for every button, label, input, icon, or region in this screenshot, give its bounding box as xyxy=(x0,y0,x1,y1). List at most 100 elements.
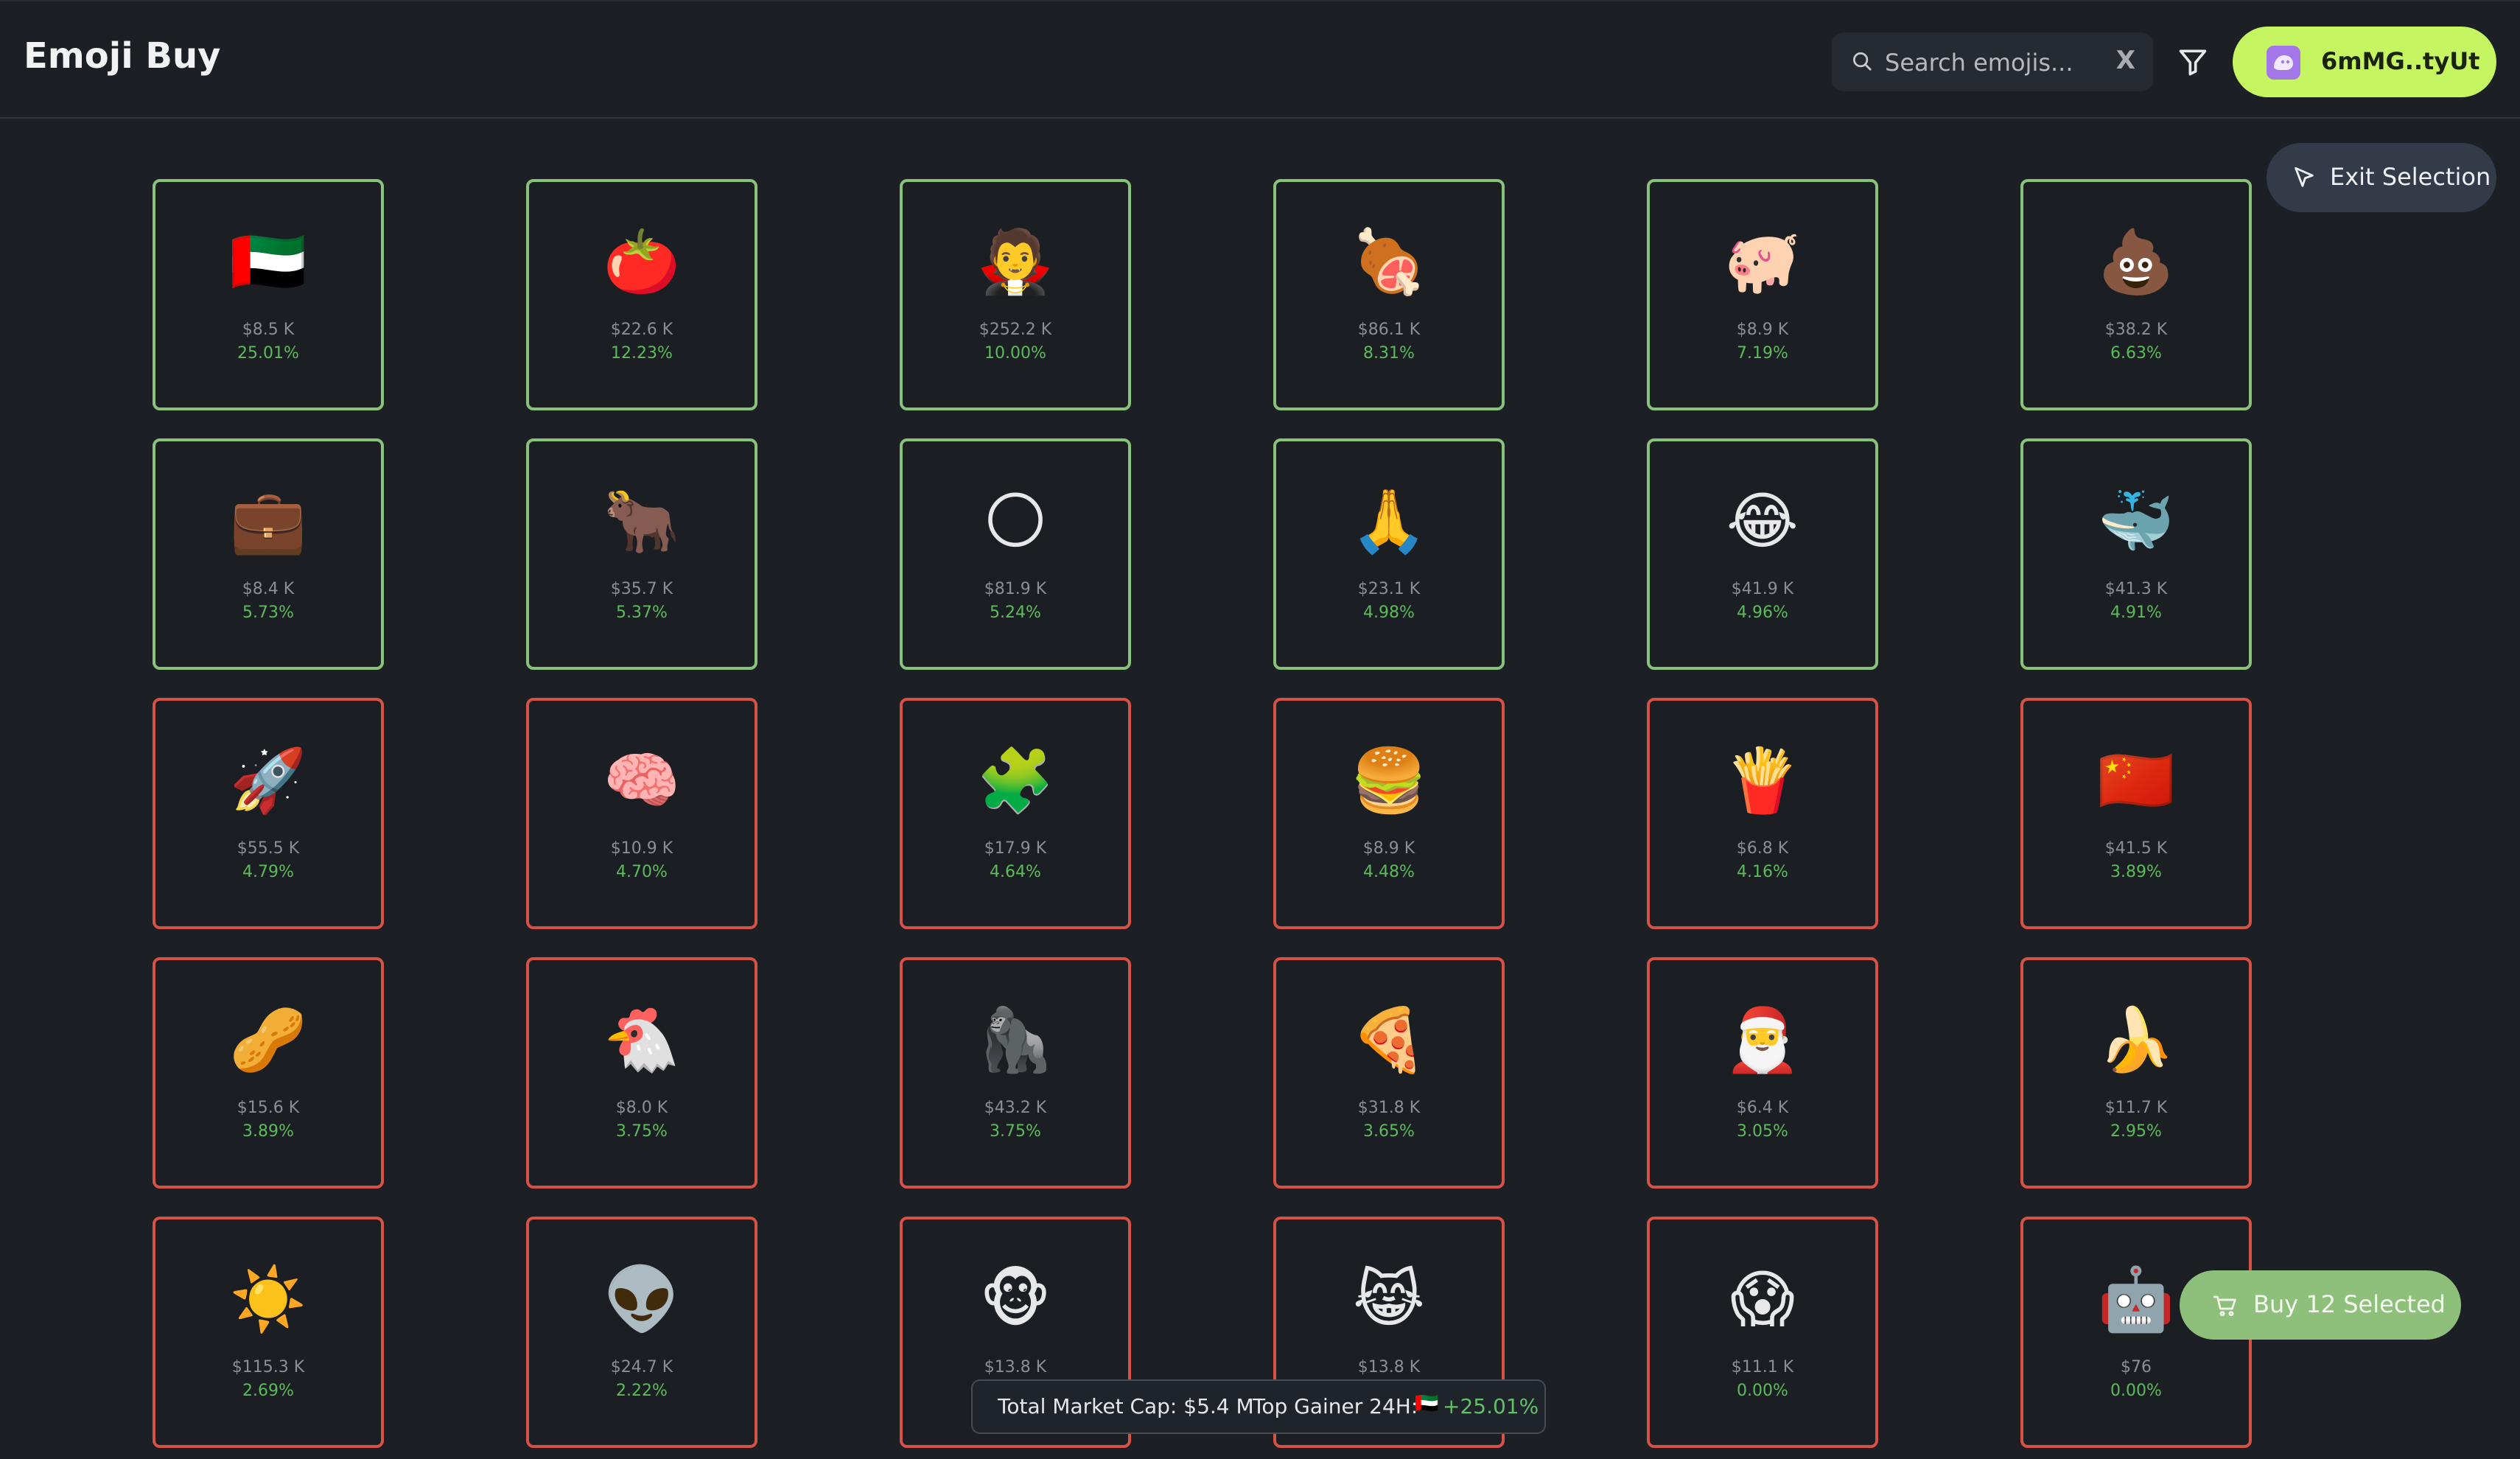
tile-change: 4.79% xyxy=(242,863,294,881)
tile-market-cap: $31.8 K xyxy=(1357,1099,1421,1117)
tile-emoji: 🍕 xyxy=(1350,1004,1428,1076)
emoji-tile[interactable]: 🇨🇳 $41.5 K 3.89% xyxy=(2020,698,2252,929)
tile-emoji: 🥜 xyxy=(229,1004,307,1076)
tile-market-cap: $11.1 K xyxy=(1731,1358,1794,1376)
tile-change: 3.75% xyxy=(616,1122,668,1141)
tile-emoji: 🍅 xyxy=(603,225,681,298)
tile-emoji: 💼 xyxy=(229,485,307,557)
tile-market-cap: $35.7 K xyxy=(610,580,673,598)
tile-emoji: 🐳 xyxy=(2097,485,2175,557)
wallet-address: 6mMG..tyUt xyxy=(2321,47,2480,75)
tile-change: 25.01% xyxy=(237,344,299,363)
tile-change: 5.24% xyxy=(990,603,1041,622)
top-gainer-emoji: 🇦🇪 xyxy=(1415,1393,1439,1415)
emoji-tile[interactable]: 🐔 $8.0 K 3.75% xyxy=(526,957,757,1189)
tile-market-cap: $23.1 K xyxy=(1357,580,1421,598)
tile-change: 4.91% xyxy=(2110,603,2162,622)
emoji-tile[interactable]: 💼 $8.4 K 5.73% xyxy=(153,438,384,670)
top-bar: Emoji Buy X 6mMG..tyUt xyxy=(0,0,2520,119)
tile-emoji: 🐖 xyxy=(1723,225,1802,298)
emoji-tile[interactable]: 🐳 $41.3 K 4.91% xyxy=(2020,438,2252,670)
tile-emoji: 🐂 xyxy=(603,485,681,557)
tile-market-cap: $8.4 K xyxy=(242,580,295,598)
emoji-tile[interactable]: 🐖 $8.9 K 7.19% xyxy=(1647,179,1878,410)
emoji-tile[interactable]: 🎅 $6.4 K 3.05% xyxy=(1647,957,1878,1189)
search-box[interactable]: X xyxy=(1832,32,2153,91)
tile-change: 4.64% xyxy=(990,863,1041,881)
emoji-tile[interactable]: 🇦🇪 $8.5 K 25.01% xyxy=(153,179,384,410)
emoji-tile[interactable]: 🍅 $22.6 K 12.23% xyxy=(526,179,757,410)
tile-emoji: 🐔 xyxy=(603,1004,681,1076)
emoji-tile[interactable]: 🚀 $55.5 K 4.79% xyxy=(153,698,384,929)
tile-market-cap: $86.1 K xyxy=(1357,321,1421,339)
tile-market-cap: $252.2 K xyxy=(979,321,1052,339)
emoji-tile[interactable]: 😱 $11.1 K 0.00% xyxy=(1647,1217,1878,1448)
emoji-tile[interactable]: 💩 $38.2 K 6.63% xyxy=(2020,179,2252,410)
tile-market-cap: $41.3 K xyxy=(2104,580,2168,598)
emoji-tile[interactable]: 🍕 $31.8 K 3.65% xyxy=(1273,957,1505,1189)
tile-change: 3.65% xyxy=(1363,1122,1415,1141)
emoji-tile[interactable]: 🥜 $15.6 K 3.89% xyxy=(153,957,384,1189)
tile-market-cap: $81.9 K xyxy=(984,580,1047,598)
emoji-tile[interactable]: 🧩 $17.9 K 4.64% xyxy=(900,698,1131,929)
tile-market-cap: $8.0 K xyxy=(615,1099,668,1117)
tile-market-cap: $13.8 K xyxy=(984,1358,1047,1376)
emoji-tile[interactable]: 😂 $41.9 K 4.96% xyxy=(1647,438,1878,670)
emoji-tile[interactable]: ☀️ $115.3 K 2.69% xyxy=(153,1217,384,1448)
buy-selected-button[interactable]: Buy 12 Selected xyxy=(2180,1270,2461,1340)
tile-emoji: 👽 xyxy=(603,1263,681,1335)
tile-change: 3.05% xyxy=(1737,1122,1788,1141)
tile-emoji: 🍖 xyxy=(1350,225,1428,298)
buy-selected-label: Buy 12 Selected xyxy=(2253,1290,2446,1318)
emoji-tile[interactable]: 🦍 $43.2 K 3.75% xyxy=(900,957,1131,1189)
tile-change: 3.75% xyxy=(990,1122,1041,1141)
tile-emoji: 🇨🇳 xyxy=(2097,744,2175,816)
tile-emoji: 🦍 xyxy=(976,1004,1054,1076)
wallet-avatar-icon xyxy=(2267,46,2300,80)
tile-change: 4.96% xyxy=(1737,603,1788,622)
search-input[interactable] xyxy=(1883,43,2100,83)
tile-market-cap: $22.6 K xyxy=(610,321,673,339)
emoji-tile[interactable]: 🍖 $86.1 K 8.31% xyxy=(1273,179,1505,410)
tile-emoji: 🎅 xyxy=(1723,1004,1802,1076)
tile-change: 2.69% xyxy=(242,1382,294,1400)
market-summary-bar: Total Market Cap: $5.4 M Top Gainer 24H:… xyxy=(971,1379,1546,1434)
emoji-tile[interactable]: 🍔 $8.9 K 4.48% xyxy=(1273,698,1505,929)
tile-emoji: 😱 xyxy=(1730,1263,1795,1335)
tile-change: 0.00% xyxy=(2110,1382,2162,1400)
tile-change: 6.63% xyxy=(2110,344,2162,363)
tile-change: 3.89% xyxy=(2110,863,2162,881)
emoji-tile[interactable]: 🙏 $23.1 K 4.98% xyxy=(1273,438,1505,670)
tile-emoji: 🙏 xyxy=(1350,485,1428,557)
wallet-button[interactable]: 6mMG..tyUt xyxy=(2233,27,2496,97)
tile-emoji: 🍟 xyxy=(1723,744,1802,816)
tile-emoji: 🌕 xyxy=(983,485,1048,557)
tile-emoji: 🧛 xyxy=(976,225,1054,298)
tile-emoji: 😂 xyxy=(1726,485,1799,557)
emoji-tile[interactable]: 👽 $24.7 K 2.22% xyxy=(526,1217,757,1448)
top-gainer-change: +25.01% xyxy=(1443,1394,1539,1418)
tile-emoji: 😹 xyxy=(1352,1263,1426,1335)
tile-market-cap: $8.9 K xyxy=(1736,321,1789,339)
emoji-tile[interactable]: 🍌 $11.7 K 2.95% xyxy=(2020,957,2252,1189)
search-icon xyxy=(1853,52,1872,71)
tile-market-cap: $6.4 K xyxy=(1736,1099,1789,1117)
emoji-tile[interactable]: 🐂 $35.7 K 5.37% xyxy=(526,438,757,670)
tile-emoji: 🐵 xyxy=(979,1263,1051,1335)
tile-change: 4.98% xyxy=(1363,603,1415,622)
clear-search-button[interactable]: X xyxy=(2116,46,2135,75)
emoji-tile[interactable]: 🧛 $252.2 K 10.00% xyxy=(900,179,1131,410)
exit-selection-button[interactable]: Exit Selection xyxy=(2267,143,2496,212)
tile-market-cap: $41.5 K xyxy=(2104,839,2168,858)
emoji-tile[interactable]: 🍟 $6.8 K 4.16% xyxy=(1647,698,1878,929)
tile-change: 4.70% xyxy=(616,863,668,881)
emoji-tile[interactable]: 🌕 $81.9 K 5.24% xyxy=(900,438,1131,670)
tile-emoji: 🧠 xyxy=(603,744,681,816)
tile-emoji: 💩 xyxy=(2097,225,2175,298)
tile-market-cap: $38.2 K xyxy=(2104,321,2168,339)
tile-market-cap: $41.9 K xyxy=(1731,580,1794,598)
emoji-tile[interactable]: 🧠 $10.9 K 4.70% xyxy=(526,698,757,929)
cursor-icon xyxy=(2295,167,2314,187)
tile-change: 8.31% xyxy=(1363,344,1415,363)
filter-icon[interactable] xyxy=(2177,46,2209,78)
